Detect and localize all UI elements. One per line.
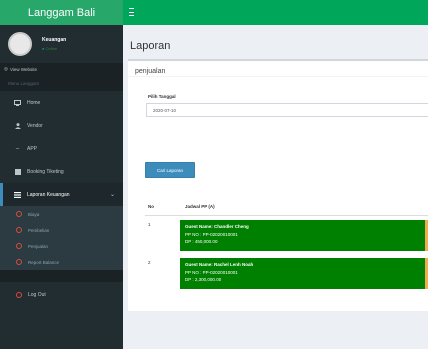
dp-amount: DP : 450,000.00 — [185, 239, 218, 244]
user-icon — [14, 122, 21, 129]
sidebar-item-booking-tiketing[interactable]: Booking Tiketing — [0, 160, 123, 183]
logout-label: Log Out — [28, 292, 46, 298]
submenu-item-report-balance[interactable]: Report Balance — [0, 254, 123, 270]
sidebar-item-label: Home — [27, 99, 41, 106]
menu-header: Menu Langgam — [0, 75, 123, 91]
submenu-item-biaya[interactable]: Biaya — [0, 206, 123, 222]
submenu-item-label: Biaya — [28, 211, 40, 217]
chevron-down-icon: ⌄ — [109, 192, 115, 198]
row-number: 1 — [148, 222, 151, 227]
circle-icon — [16, 243, 22, 249]
sidebar-item-home[interactable]: Home — [0, 91, 123, 114]
user-name: Keuangan — [42, 37, 67, 43]
sidebar-divider — [0, 270, 123, 282]
minus-icon: – — [15, 145, 20, 152]
dp-amount: DP : 2,300,000.00 — [185, 277, 222, 282]
report-box: penjualan Pilih Tanggal 2020-07-10 Cari … — [128, 59, 428, 311]
sidebar-item-app[interactable]: – APP — [0, 137, 123, 160]
visit-website-link[interactable]: ◎ View Website — [0, 63, 123, 75]
submenu-item-penjualan[interactable]: Penjualan — [0, 238, 123, 254]
top-navbar — [123, 0, 428, 25]
app-logo[interactable]: Langgam Bali — [0, 0, 123, 25]
sidebar-item-vendor[interactable]: Vendor — [0, 114, 123, 137]
visit-website-label: View Website — [9, 66, 38, 72]
table-row: 2 Guest Name: Rachel Lenh Noah PP NO : P… — [145, 254, 428, 290]
online-dot-icon: ● — [42, 46, 45, 51]
sidebar-item-laporan-keuangan[interactable]: Laporan Keuangan ⌄ — [0, 183, 123, 206]
content-area: Laporan penjualan Pilih Tanggal 2020-07-… — [123, 25, 428, 349]
search-report-button[interactable]: Cari Laporan — [145, 162, 195, 178]
logout-button[interactable]: Log Out — [0, 282, 123, 308]
globe-icon: ◎ — [4, 66, 8, 71]
avatar — [8, 32, 32, 56]
table-row: 1 Guest Name: Chandler Cheng PP NO : PP-… — [145, 216, 428, 252]
sidebar-item-label: Booking Tiketing — [27, 168, 64, 175]
pp-number: PP NO : PP-02020010001 — [185, 269, 238, 275]
circle-icon — [16, 259, 22, 265]
guest-name: Guest Name: Rachel Lenh Noah — [185, 262, 254, 267]
sidebar-item-label: Vendor — [27, 122, 43, 129]
submenu: Biaya Pembelian Penjualan Report Balance — [0, 206, 123, 270]
date-label: Pilih Tanggal — [148, 94, 176, 99]
pp-number: PP NO : PP-02020010001 — [185, 231, 238, 237]
row-detail-cell: Guest Name: Rachel Lenh Noah PP NO : PP-… — [180, 258, 428, 289]
sidebar-item-label: APP — [27, 145, 38, 152]
report-table: No Jadwal PP (A) 1 Guest Name: Chandler … — [145, 201, 428, 290]
circle-icon — [16, 211, 22, 217]
list-icon — [14, 191, 21, 198]
user-status-text: Online — [45, 46, 58, 51]
row-detail-cell: Guest Name: Chandler Cheng PP NO : PP-02… — [180, 220, 428, 251]
submenu-item-label: Pembelian — [28, 227, 50, 233]
user-status: ● Online — [42, 46, 66, 51]
date-input[interactable]: 2020-07-10 — [146, 103, 428, 117]
guest-name: Guest Name: Chandler Cheng — [185, 224, 249, 229]
menu-toggle-icon[interactable] — [129, 8, 134, 16]
user-panel: Keuangan ● Online — [0, 25, 123, 63]
submenu-item-label: Penjualan — [28, 243, 49, 249]
submenu-item-pembelian[interactable]: Pembelian — [0, 222, 123, 238]
circle-icon — [16, 292, 22, 298]
box-title: penjualan — [128, 61, 428, 77]
table-header: No Jadwal PP (A) — [145, 201, 428, 216]
circle-icon — [16, 227, 22, 233]
page-title: Laporan — [130, 40, 171, 52]
sidebar-item-label: Laporan Keuangan — [27, 191, 70, 198]
row-number: 2 — [148, 260, 151, 265]
book-icon — [14, 168, 21, 175]
monitor-icon — [14, 99, 21, 106]
sidebar: Langgam Bali Keuangan ● Online ◎ View Web… — [0, 0, 123, 349]
submenu-item-label: Report Balance — [28, 259, 60, 265]
column-header-detail: Jadwal PP (A) — [185, 204, 215, 209]
column-header-no: No — [148, 204, 154, 209]
